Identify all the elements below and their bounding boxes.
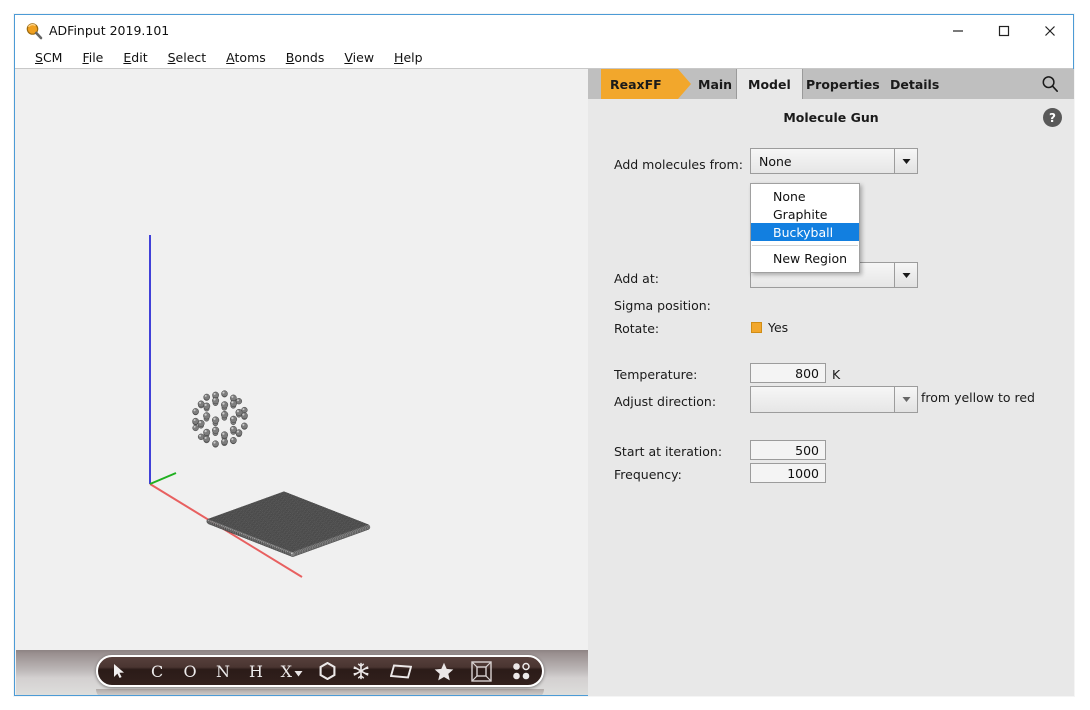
add-molecules-from-dropdown-menu[interactable]: None Graphite Buckyball New Region [750,183,860,273]
search-icon[interactable] [1036,69,1064,99]
element-h-button[interactable]: H [240,657,273,685]
element-c-button[interactable]: C [141,657,174,685]
dropdown-option-buckyball[interactable]: Buckyball [751,223,859,241]
window-title: ADFinput 2019.101 [49,23,170,38]
label-adjust-direction: Adjust direction: [614,394,717,409]
menu-item-edit[interactable]: Edit [113,50,157,65]
menu-item-bonds[interactable]: Bonds [276,50,335,65]
menu-bar: SCM File Edit Select Atoms Bonds View He… [15,46,1073,69]
toolbar-reflection [96,689,544,695]
add-molecules-from-value: None [759,153,792,169]
menu-item-atoms[interactable]: Atoms [216,50,276,65]
tab-reaxff-module[interactable]: ReaxFF [601,69,691,99]
menu-item-scm[interactable]: SCM [25,50,72,65]
select-cursor-icon[interactable] [98,657,141,685]
help-icon[interactable]: ? [1043,108,1062,127]
application-window: ADFinput 2019.101 SCM File Edit Select A… [14,14,1074,696]
menu-item-scm-rest: CM [42,49,63,65]
molecule-viewport-3d[interactable] [16,69,588,650]
settings-panel: ReaxFF Main Model Properties Details Mol… [588,69,1074,696]
label-rotate: Rotate: [614,321,660,336]
temperature-input[interactable]: 800 [750,363,826,383]
page-title: Molecule Gun [783,110,879,125]
element-n-button[interactable]: N [207,657,240,685]
dropdown-option-new-region[interactable]: New Region [751,249,859,267]
toolbar-pill: C O N H X [96,655,544,687]
adjust-direction-hint: from yellow to red [921,390,1035,405]
label-add-at: Add at: [614,271,659,286]
viewport-toolbar: C O N H X [16,650,588,695]
menu-item-file[interactable]: File [72,50,113,65]
start-at-iteration-input[interactable]: 500 [750,440,826,460]
lattice-box-icon[interactable] [462,657,501,685]
element-x-dropdown-button[interactable]: X [272,657,311,685]
label-temperature: Temperature: [614,367,698,382]
label-sigma-position: Sigma position: [614,298,711,313]
plane-parallelogram-icon[interactable] [377,657,425,685]
star-icon[interactable] [426,657,463,685]
dropdown-option-graphite[interactable]: Graphite [751,205,859,223]
regions-dots-icon[interactable] [501,657,542,685]
tab-bar: ReaxFF Main Model Properties Details [588,69,1074,99]
close-button[interactable] [1027,15,1073,46]
magnifier-icon [25,22,43,40]
ring-hexagon-icon[interactable] [311,657,344,685]
frequency-input[interactable]: 1000 [750,463,826,483]
dropdown-option-none[interactable]: None [751,187,859,205]
add-molecules-from-combobox[interactable]: None [750,148,918,174]
tab-properties[interactable]: Properties [796,69,890,99]
chevron-down-icon-2[interactable] [894,263,917,287]
element-x-label: X [280,661,293,681]
title-bar: ADFinput 2019.101 [15,15,1073,46]
snowflake-icon[interactable] [344,657,377,685]
temperature-unit: K [832,367,841,382]
adjust-direction-combobox[interactable] [750,386,918,413]
tab-model[interactable]: Model [736,69,803,99]
rotate-checkbox[interactable]: Yes [751,320,788,335]
chevron-down-icon[interactable] [894,149,917,173]
menu-item-help[interactable]: Help [384,50,433,65]
minimize-button[interactable] [935,15,981,46]
menu-item-select[interactable]: Select [158,50,217,65]
tab-details[interactable]: Details [880,69,949,99]
dropdown-separator [752,245,858,246]
label-start-at-iteration: Start at iteration: [614,444,723,459]
maximize-button[interactable] [981,15,1027,46]
rotate-checkbox-box[interactable] [751,322,762,333]
menu-item-view[interactable]: View [334,50,384,65]
label-frequency: Frequency: [614,467,682,482]
label-add-molecules-from: Add molecules from: [614,157,743,172]
chevron-down-icon-3[interactable] [894,387,917,412]
element-o-button[interactable]: O [174,657,207,685]
rotate-checkbox-label: Yes [768,320,789,335]
